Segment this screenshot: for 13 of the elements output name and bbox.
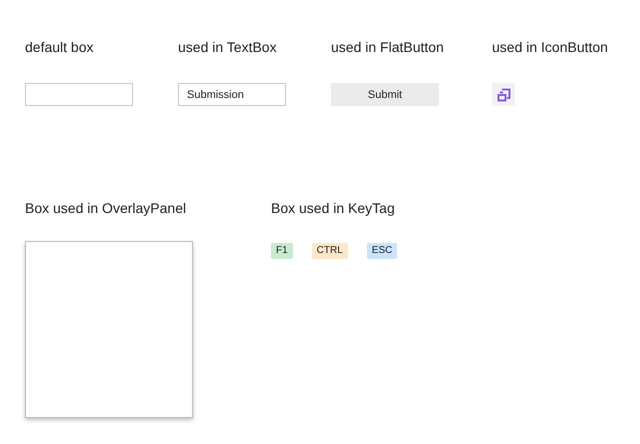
text-field[interactable]: Submission <box>178 83 286 106</box>
section-heading: Box used in OverlayPanel <box>25 199 186 217</box>
section-heading: default box <box>25 38 94 56</box>
window-icon <box>496 86 512 102</box>
key-tag: F1 <box>271 243 293 259</box>
section-heading: used in IconButton <box>492 38 608 56</box>
icon-button[interactable] <box>492 83 515 106</box>
section-heading: used in FlatButton <box>331 38 444 56</box>
section-heading: Box used in KeyTag <box>271 199 395 217</box>
key-tag: ESC <box>366 243 398 259</box>
section-heading: used in TextBox <box>178 38 277 56</box>
submit-button[interactable]: Submit <box>331 83 439 106</box>
key-tag: CTRL <box>312 243 348 259</box>
